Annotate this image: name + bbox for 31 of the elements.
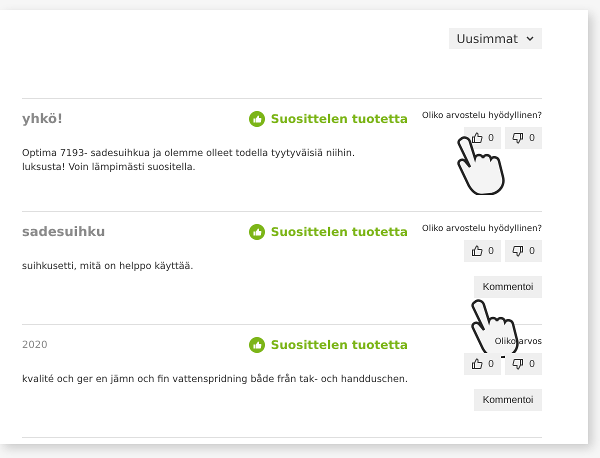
chevron-down-icon: [526, 36, 534, 42]
thumbs-down-icon: [512, 245, 524, 257]
dislike-button[interactable]: 0: [505, 127, 542, 149]
thumbs-down-icon: [512, 358, 524, 370]
like-button[interactable]: 0: [464, 353, 501, 375]
review-date: 2020: [22, 340, 48, 350]
sort-dropdown[interactable]: Uusimmat: [448, 28, 542, 49]
thumbs-down-icon: [512, 132, 524, 144]
comment-button[interactable]: Kommentoi: [474, 276, 542, 298]
review-text: suihkusetti, mitä on helppo käyttää.: [22, 260, 194, 274]
thumbs-up-icon: [471, 245, 484, 257]
dislike-button[interactable]: 0: [505, 353, 542, 375]
helpful-question: Oliko arvostelu hyödyllinen?: [422, 111, 542, 121]
comment-button[interactable]: Kommentoi: [474, 389, 542, 411]
helpful-question: Oliko arvos: [494, 337, 542, 347]
review-text: kvalité och ger en jämn och fin vattenspridning både från tak- och handduschen.: [22, 373, 409, 387]
helpful-question: Oliko arvostelu hyödyllinen?: [422, 224, 542, 234]
recommendation-label: Suosittelen tuotetta: [248, 337, 408, 353]
thumbs-up-icon: [471, 358, 484, 370]
dislike-button[interactable]: 0: [505, 240, 542, 262]
recommendation-label: Suosittelen tuotetta: [248, 224, 408, 240]
like-button[interactable]: 0: [464, 240, 501, 262]
recommendation-label: Suosittelen tuotetta: [248, 111, 408, 127]
thumbs-up-badge-icon: [248, 224, 265, 240]
review-text: Optima 7193- sadesuihkua ja olemme olleet todella tyytyväisiä niihin.: [22, 147, 356, 161]
review-title: yhkö!: [22, 112, 63, 126]
review-title: sadesuihku: [22, 224, 106, 240]
thumbs-up-badge-icon: [248, 111, 265, 127]
review-text: luksusta! Voin lämpimästi suositella.: [22, 161, 197, 175]
thumbs-up-badge-icon: [248, 337, 265, 353]
thumbs-up-icon: [471, 132, 484, 144]
